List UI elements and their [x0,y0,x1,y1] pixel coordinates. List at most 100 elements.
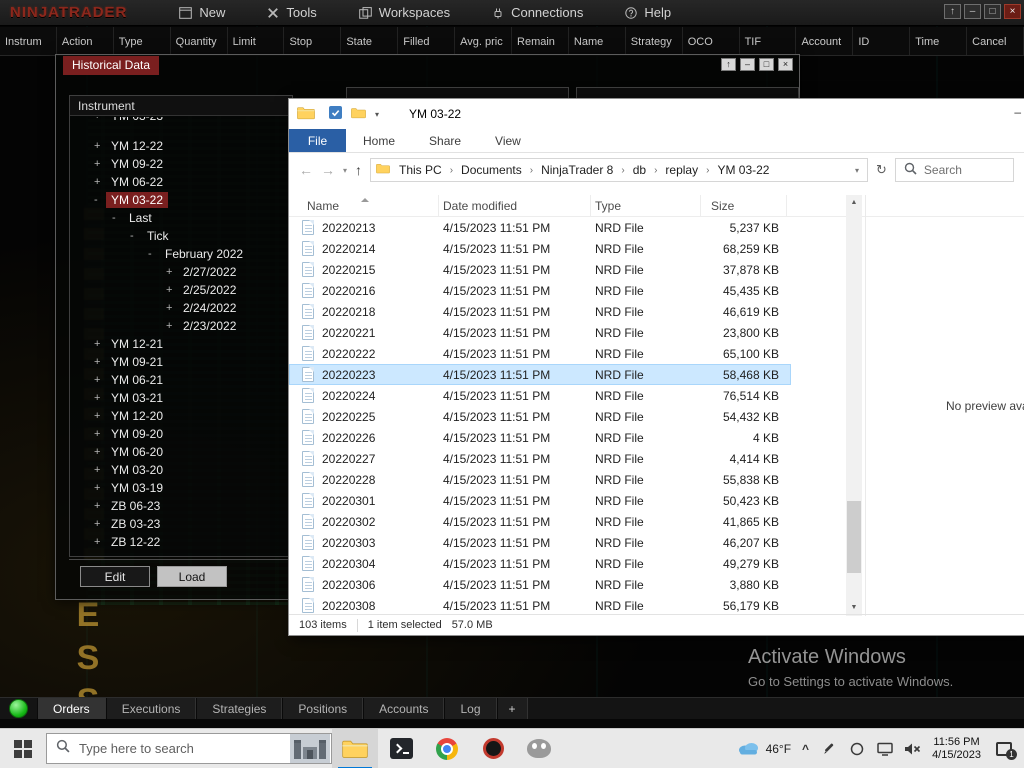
forward-icon[interactable]: → [321,162,335,178]
tree-item[interactable]: +2/27/2022 [70,263,292,281]
tree-item-label[interactable]: ZB 06-23 [106,498,165,514]
weather-widget[interactable]: 46°F [737,740,791,758]
tree-expander[interactable]: + [166,284,178,296]
tree-item[interactable]: + YM 09-20 [70,425,292,443]
orders-column-avg-pric[interactable]: Avg. pric [455,27,513,55]
breadcrumb-segment[interactable]: replay [658,162,705,178]
tree-item[interactable]: +2/25/2022 [70,281,292,299]
tree-item-label[interactable]: YM 09-20 [106,426,168,442]
orders-column-account[interactable]: Account [796,27,854,55]
breadcrumb-segment[interactable]: YM 03-22 [710,162,776,178]
tree-item[interactable]: + YM 12-22 [70,137,292,155]
tree-item-label[interactable]: YM 03-19 [106,480,168,496]
menu-new[interactable]: New [179,5,225,20]
file-row[interactable]: 20220218 4/15/2023 11:51 PM NRD File 46,619… [289,301,791,322]
orders-column-type[interactable]: Type [114,27,171,55]
tree-item-label[interactable]: ZB 03-23 [106,516,165,532]
tree-item-label[interactable]: YM 12-22 [106,138,168,154]
start-button[interactable] [0,729,46,768]
orders-column-strategy[interactable]: Strategy [626,27,683,55]
tree-item[interactable]: - February 2022 [70,245,292,263]
tree-expander[interactable]: + [94,176,106,188]
tray-display-icon[interactable] [876,740,893,757]
tree-expander[interactable]: - [112,212,124,224]
taskbar-red-circle-app-icon[interactable] [470,729,516,768]
orders-column-tif[interactable]: TIF [740,27,797,55]
explorer-minimize-icon[interactable]: – [1014,105,1021,119]
orders-column-action[interactable]: Action [57,27,114,55]
refresh-icon[interactable]: ↻ [876,162,887,178]
file-row[interactable]: 20220225 4/15/2023 11:51 PM NRD File 54,432… [289,406,791,427]
tree-expander[interactable]: + [94,374,106,386]
up-icon[interactable]: ↑ [355,162,362,178]
orders-column-instrum[interactable]: Instrum [0,27,57,55]
breadcrumb-segment[interactable]: Documents [454,162,529,178]
hd-close-icon[interactable]: × [778,58,793,71]
tray-status-circle-icon[interactable] [848,740,865,757]
file-row[interactable]: 20220303 4/15/2023 11:51 PM NRD File 46,207… [289,532,791,553]
tree-item[interactable]: + ZB 03-23 [70,515,292,533]
menu-workspaces[interactable]: Workspaces [358,5,450,20]
minimize-window-icon[interactable]: – [964,4,981,19]
taskbar-gimp-icon[interactable] [516,729,562,768]
breadcrumb-segment[interactable]: NinjaTrader 8 [534,162,620,178]
qat-dropdown-icon[interactable]: ▾ [375,110,379,119]
menu-connections[interactable]: Connections [492,5,583,20]
tab-executions[interactable]: Executions [105,698,197,719]
load-button[interactable]: Load [157,566,227,587]
orders-column-limit[interactable]: Limit [228,27,285,55]
tree-item-label[interactable]: 2/25/2022 [178,282,241,298]
tree-item[interactable]: + ZB 06-23 [70,497,292,515]
tab-orders[interactable]: Orders [37,698,106,719]
column-header-size[interactable]: Size [701,195,787,216]
tree-item[interactable]: + ZB 12-22 [70,533,292,551]
orders-column-state[interactable]: State [341,27,399,55]
tree-item-label[interactable]: 2/24/2022 [178,300,241,316]
tree-item[interactable]: + YM 03-20 [70,461,292,479]
tree-item-label[interactable]: YM 06-22 [106,174,168,190]
tree-expander[interactable]: + [166,266,178,278]
pin-window-icon[interactable]: ↑ [944,4,961,19]
search-highlight-image[interactable] [289,734,331,763]
tab-strategies[interactable]: Strategies [196,698,283,719]
hd-minimize-icon[interactable]: – [740,58,755,71]
breadcrumb-segment[interactable]: db [626,162,653,178]
orders-column-name[interactable]: Name [569,27,626,55]
menu-help[interactable]: Help [625,5,671,20]
tab-positions[interactable]: Positions [282,698,364,719]
file-row[interactable]: 20220228 4/15/2023 11:51 PM NRD File 55,838… [289,469,791,490]
tray-expand-chevron-icon[interactable]: ^ [802,742,809,756]
tree-item-label[interactable]: ZB 12-22 [106,534,165,550]
tree-item[interactable]: + YM 12-21 [70,335,292,353]
tree-item-label[interactable]: February 2022 [160,246,248,262]
tree-item[interactable]: + YM 09-21 [70,353,292,371]
tree-item-label[interactable]: YM 12-21 [106,336,168,352]
file-row[interactable]: 20220215 4/15/2023 11:51 PM NRD File 37,878… [289,259,791,280]
tree-item-label[interactable]: YM 09-21 [106,354,168,370]
explorer-search-input[interactable]: Search [894,158,1014,182]
tree-expander[interactable]: + [94,482,106,494]
orders-column-remain[interactable]: Remain [512,27,569,55]
file-row[interactable]: 20220213 4/15/2023 11:51 PM NRD File 5,237 … [289,217,791,238]
qat-newfolder-icon[interactable] [351,107,366,122]
orders-column-time[interactable]: Time [910,27,968,55]
file-row[interactable]: 20220222 4/15/2023 11:51 PM NRD File 65,100… [289,343,791,364]
tree-item-label[interactable]: 2/27/2022 [178,264,241,280]
file-row[interactable]: 20220306 4/15/2023 11:51 PM NRD File 3,880 … [289,574,791,595]
tree-expander[interactable]: + [94,500,106,512]
tree-expander[interactable]: - [130,230,142,242]
taskbar-chrome-icon[interactable] [424,729,470,768]
tree-item[interactable]: - YM 03-22 [70,191,292,209]
tree-item-label[interactable]: YM 09-22 [106,156,168,172]
column-header-date-modified[interactable]: Date modified [439,195,591,216]
file-row[interactable]: 20220216 4/15/2023 11:51 PM NRD File 45,435… [289,280,791,301]
tree-expander[interactable]: + [94,518,106,530]
tree-item-label[interactable]: YM 12-20 [106,408,168,424]
taskbar-console-app-icon[interactable] [378,729,424,768]
tree-item-label[interactable]: YM 03-21 [106,390,168,406]
taskbar-file-explorer-icon[interactable] [332,728,378,768]
tree-item-label[interactable]: YM 03-23 [106,117,168,124]
file-row[interactable]: 20220224 4/15/2023 11:51 PM NRD File 76,514… [289,385,791,406]
tree-item[interactable]: + YM 03-19 [70,479,292,497]
close-window-icon[interactable]: × [1004,4,1021,19]
